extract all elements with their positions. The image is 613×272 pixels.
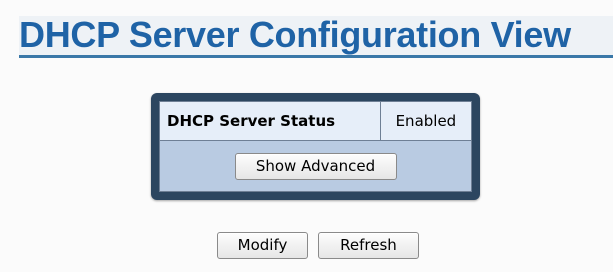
show-advanced-button[interactable]: Show Advanced bbox=[234, 152, 397, 180]
table-row: DHCP Server Status Enabled bbox=[159, 101, 473, 141]
page-header: DHCP Server Configuration View bbox=[19, 16, 613, 58]
refresh-button[interactable]: Refresh bbox=[318, 232, 419, 259]
dhcp-status-table: DHCP Server Status Enabled Show Advanced bbox=[159, 101, 473, 192]
advanced-row: Show Advanced bbox=[159, 140, 472, 192]
dhcp-server-status-label: DHCP Server Status bbox=[159, 101, 381, 141]
advanced-cell: Show Advanced bbox=[159, 140, 472, 192]
footer-actions: Modify Refresh bbox=[217, 232, 419, 259]
page-title: DHCP Server Configuration View bbox=[19, 16, 571, 55]
modify-button[interactable]: Modify bbox=[217, 232, 308, 259]
dhcp-status-panel: DHCP Server Status Enabled Show Advanced bbox=[151, 93, 480, 200]
dhcp-server-status-value: Enabled bbox=[379, 101, 473, 141]
